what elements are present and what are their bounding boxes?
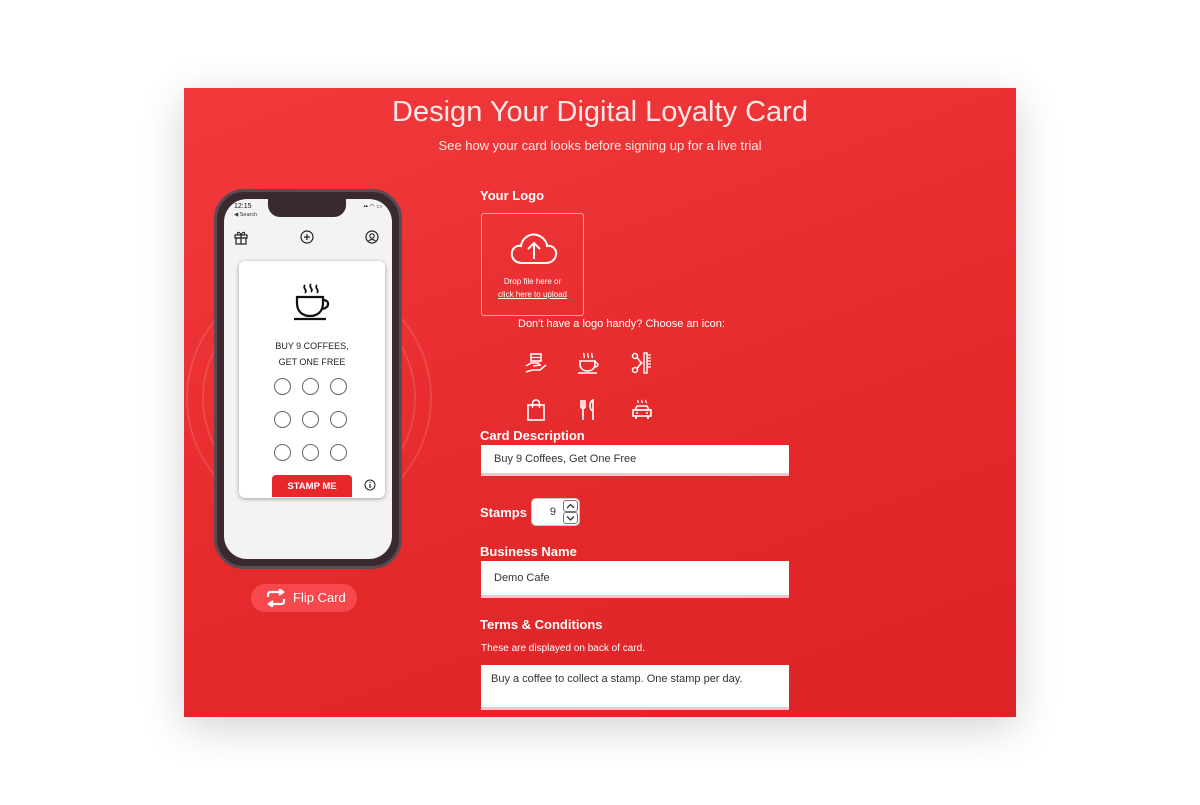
chevron-up-icon	[566, 503, 575, 509]
stamps-increment-button[interactable]	[563, 500, 578, 512]
profile-icon[interactable]	[364, 229, 380, 245]
stamps-stepper[interactable]: 9	[531, 498, 580, 526]
stamp-me-button[interactable]: STAMP ME	[272, 475, 352, 497]
shopping-bag-icon[interactable]	[524, 398, 548, 422]
choose-icon-text: Don't have a logo handy? Choose an icon:	[518, 318, 725, 330]
delivery-icon[interactable]	[524, 351, 548, 375]
stamps-decrement-button[interactable]	[563, 512, 578, 524]
business-name-input[interactable]	[481, 561, 789, 598]
add-circle-icon[interactable]	[299, 229, 315, 245]
stamp-slot	[330, 378, 347, 395]
upload-link[interactable]: click here to upload	[482, 290, 583, 299]
stamp-slot	[302, 411, 319, 428]
stamp-slot	[274, 411, 291, 428]
terms-label: Terms & Conditions	[480, 617, 603, 632]
cutlery-icon[interactable]	[576, 398, 600, 422]
loyalty-card-front: BUY 9 COFFEES, GET ONE FREE STAMP ME	[239, 261, 385, 498]
card-offer-line2: GET ONE FREE	[278, 357, 346, 367]
barber-icon[interactable]	[630, 351, 654, 375]
loyalty-designer-panel: Design Your Digital Loyalty Card See how…	[184, 88, 1016, 717]
page-title: Design Your Digital Loyalty Card	[392, 96, 808, 128]
status-icons: ▪▪ ◠ ▭	[363, 204, 383, 210]
cloud-upload-icon	[510, 233, 558, 264]
chevron-down-icon	[566, 516, 575, 521]
stamps-label: Stamps	[480, 505, 527, 520]
flip-card-button[interactable]: Flip Card	[251, 584, 357, 612]
phone-notch	[268, 199, 346, 217]
coffee-cup-icon	[294, 283, 330, 321]
terms-textarea[interactable]: Buy a coffee to collect a stamp. One sta…	[481, 665, 789, 710]
stamps-value: 9	[549, 506, 556, 518]
stamp-slot	[274, 444, 291, 461]
flip-card-label: Flip Card	[293, 590, 346, 605]
logo-upload-dropzone[interactable]: Drop file here or click here to upload	[481, 213, 584, 316]
card-description-input[interactable]	[481, 445, 789, 476]
stamp-slot	[302, 378, 319, 395]
stamp-slot	[330, 411, 347, 428]
card-offer-text: BUY 9 COFFEES, GET ONE FREE	[239, 338, 385, 370]
terms-note: These are displayed on back of card.	[481, 643, 645, 654]
upload-drop-text: Drop file here or	[503, 277, 562, 286]
gift-icon[interactable]	[233, 229, 249, 245]
logo-label: Your Logo	[480, 188, 545, 203]
phone-screen: 12:15 ◀ Search ▪▪ ◠ ▭ BUY 9 COFFEES, GET…	[224, 199, 392, 559]
stamp-slot	[330, 444, 347, 461]
card-offer-line1: BUY 9 COFFEES,	[275, 341, 349, 351]
coffee-icon[interactable]	[576, 351, 600, 375]
stamp-slot	[274, 378, 291, 395]
page-subtitle: See how your card looks before signing u…	[438, 138, 762, 153]
stamp-slot	[302, 444, 319, 461]
business-name-label: Business Name	[480, 544, 577, 559]
phone-preview: 12:15 ◀ Search ▪▪ ◠ ▭ BUY 9 COFFEES, GET…	[214, 189, 402, 569]
card-description-label: Card Description	[480, 428, 585, 443]
info-icon[interactable]	[364, 479, 376, 491]
status-time: 12:15	[234, 203, 252, 210]
flip-arrows-icon	[266, 589, 286, 607]
car-wash-icon[interactable]	[630, 398, 654, 422]
status-back-search: ◀ Search	[234, 212, 258, 218]
